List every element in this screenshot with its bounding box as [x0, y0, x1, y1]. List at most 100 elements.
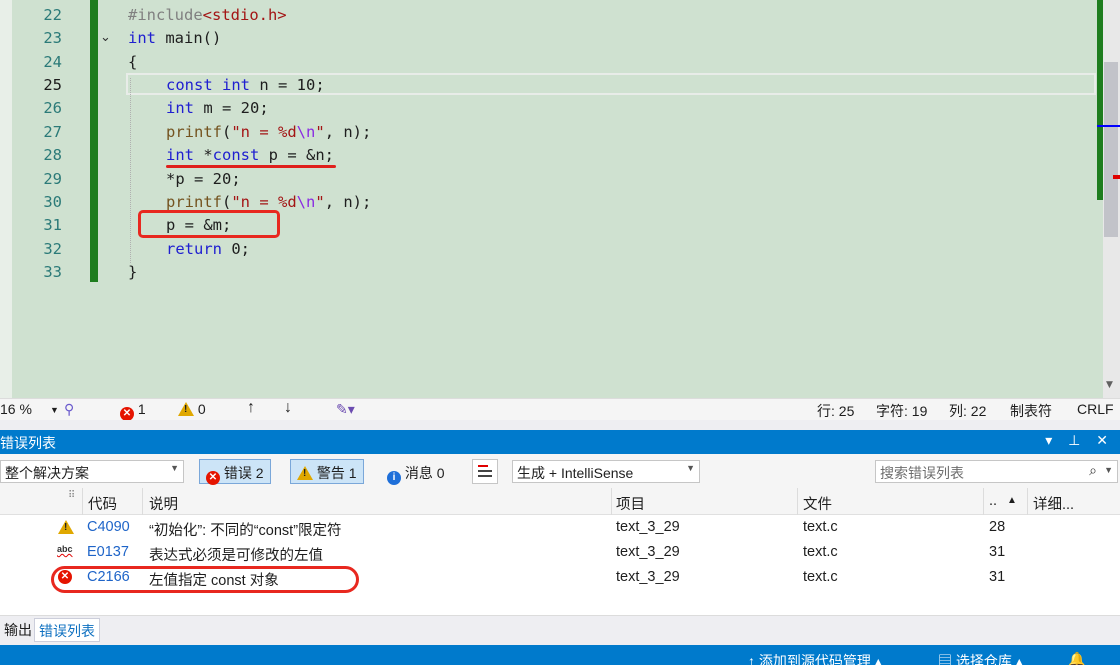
previous-issue-icon[interactable]: ↑: [247, 399, 255, 417]
search-options-icon[interactable]: ▼: [1104, 465, 1113, 475]
error-list-grid: ⠿ 代码 说明 项目 文件 .. ▲ 详细... C4090 “初始化”: 不同…: [0, 488, 1120, 616]
next-issue-icon[interactable]: ↓: [284, 399, 292, 417]
errors-filter-toggle[interactable]: ✕ 错误 2: [199, 459, 271, 485]
error-project: text_3_29: [616, 544, 680, 560]
keyword-token: return: [166, 240, 222, 258]
code-editor[interactable]: ⌄ 22 23 24 25 26 27 28 29 30 31 32 33 #i…: [0, 0, 1120, 398]
keyword-token: int: [166, 146, 194, 164]
search-placeholder: 搜索错误列表: [880, 465, 964, 481]
vertical-scrollbar[interactable]: ▼: [1103, 0, 1120, 398]
header-line[interactable]: ..: [989, 493, 997, 509]
tab-output[interactable]: 输出: [0, 618, 36, 642]
code-text: n = 10;: [250, 76, 325, 94]
function-token: printf: [166, 193, 222, 211]
select-repository-label: 选择仓库 ▴: [955, 653, 1023, 665]
line-number: 32: [43, 240, 62, 258]
ide-status-bar: ↑ 添加到源代码管理 ▴ ▤ 选择仓库 ▴ 🔔: [0, 645, 1120, 665]
indent-guide: [130, 78, 131, 263]
table-row[interactable]: C4090 “初始化”: 不同的“const”限定符 text_3_29 tex…: [0, 516, 1120, 541]
code-text: (: [222, 193, 232, 211]
red-underline-annotation: [166, 165, 336, 168]
string-token: "n = %d: [231, 123, 297, 141]
panel-window-buttons[interactable]: ▾ ⊥ ✕: [1045, 432, 1114, 449]
string-token: "n = %d: [231, 193, 297, 211]
messages-filter-toggle[interactable]: i 消息 0: [380, 459, 452, 485]
code-text: }: [128, 263, 138, 281]
zoom-dropdown-icon[interactable]: ▼: [50, 405, 59, 415]
code-line-28[interactable]: int *const p = &n;: [166, 144, 334, 167]
overview-error-marker: [1113, 175, 1120, 179]
char-indicator: 字符: 19: [876, 403, 928, 419]
code-text: m = 20;: [194, 99, 269, 117]
select-repository-button[interactable]: ▤ 选择仓库 ▴: [938, 651, 1023, 665]
warnings-filter-toggle[interactable]: 警告 1: [290, 459, 364, 484]
header-code[interactable]: 代码: [88, 493, 117, 514]
change-tracking-bar: [90, 0, 98, 282]
error-project: text_3_29: [616, 519, 680, 535]
header-file[interactable]: 文件: [803, 493, 832, 514]
grid-header: ⠿ 代码 说明 项目 文件 .. ▲ 详细...: [0, 488, 1120, 515]
red-box-annotation: [138, 210, 280, 238]
code-line-22[interactable]: #include<stdio.h>: [128, 4, 287, 27]
line-number: 23: [43, 29, 62, 47]
add-to-source-control-button[interactable]: ↑ 添加到源代码管理 ▴: [748, 651, 882, 665]
panel-splitter[interactable]: [0, 420, 1120, 430]
bottom-tool-tabs: 输出 错误列表: [0, 616, 1120, 645]
header-project[interactable]: 项目: [616, 493, 645, 514]
code-line-27[interactable]: printf("n = %d\n", n);: [166, 121, 371, 144]
tabs-indicator[interactable]: 制表符: [1010, 401, 1052, 421]
error-line: 31: [989, 544, 1006, 560]
cleanup-brush-icon[interactable]: ✎▾: [336, 401, 355, 418]
eol-indicator[interactable]: CRLF: [1077, 401, 1114, 417]
code-line-26[interactable]: int m = 20;: [166, 97, 269, 120]
line-number: 33: [43, 263, 62, 281]
scope-dropdown[interactable]: 整个解决方案 ▼: [0, 460, 184, 483]
error-list-title-bar[interactable]: 错误列表 ▾ ⊥ ✕: [0, 430, 1120, 454]
build-source-dropdown[interactable]: 生成 + IntelliSense ▼: [512, 460, 700, 483]
error-file: text.c: [803, 544, 838, 560]
scrollbar-thumb[interactable]: [1104, 62, 1118, 237]
code-text: *p = 20;: [166, 170, 241, 188]
scope-value: 整个解决方案: [5, 465, 89, 481]
code-line-24[interactable]: {: [128, 51, 137, 74]
line-number: 28: [43, 146, 62, 164]
search-icon[interactable]: ⌕: [1089, 462, 1097, 479]
line-number: 27: [43, 123, 62, 141]
keyword-token: int: [222, 76, 251, 94]
error-project: text_3_29: [616, 569, 680, 585]
code-line-33[interactable]: }: [128, 261, 137, 284]
scroll-down-icon[interactable]: ▼: [1106, 380, 1113, 390]
col-indicator: 列: 22: [949, 403, 987, 419]
code-line-32[interactable]: return 0;: [166, 238, 250, 261]
preprocessor-token: #include: [128, 6, 203, 24]
collapse-chevron-icon[interactable]: ⌄: [100, 30, 118, 48]
line-number: 26: [43, 99, 62, 117]
code-text: (: [222, 123, 232, 141]
filter-list-icon[interactable]: [472, 459, 498, 484]
code-line-23[interactable]: int main(): [128, 27, 221, 50]
health-icon[interactable]: ⚲: [64, 401, 74, 418]
keyword-token: int: [166, 99, 194, 117]
error-search-input[interactable]: 搜索错误列表 ⌕ ▼: [875, 460, 1118, 483]
code-text: {: [128, 53, 138, 71]
table-row[interactable]: abc E0137 表达式必须是可修改的左值 text_3_29 text.c …: [0, 541, 1120, 566]
zoom-level[interactable]: 16 %: [0, 401, 32, 417]
error-icon: ✕: [206, 471, 220, 485]
error-count[interactable]: ✕ 1: [120, 401, 146, 421]
code-line-25[interactable]: const int n = 10;: [166, 74, 325, 97]
error-code-link[interactable]: E0137: [87, 544, 129, 560]
notifications-bell-icon[interactable]: 🔔: [1068, 651, 1085, 665]
repository-icon: ▤: [938, 653, 952, 665]
error-file: text.c: [803, 519, 838, 535]
function-token: printf: [166, 123, 222, 141]
warning-count[interactable]: 0: [178, 401, 206, 417]
error-code-link[interactable]: C4090: [87, 519, 130, 535]
warning-icon: [58, 520, 74, 534]
column-chooser-icon[interactable]: ⠿: [68, 490, 75, 501]
code-text: 0;: [222, 240, 250, 258]
code-line-29[interactable]: *p = 20;: [166, 168, 241, 191]
code-text: , n);: [324, 193, 372, 211]
tab-error-list[interactable]: 错误列表: [34, 618, 100, 642]
header-description[interactable]: 说明: [149, 493, 178, 514]
header-details[interactable]: 详细...: [1033, 493, 1074, 514]
